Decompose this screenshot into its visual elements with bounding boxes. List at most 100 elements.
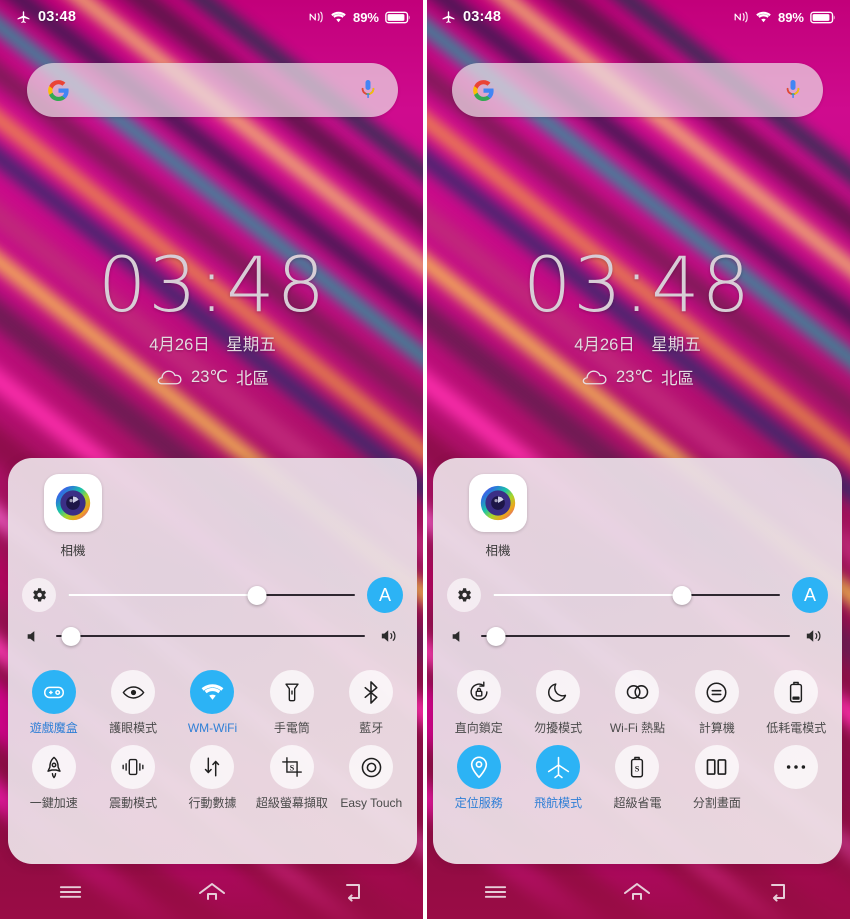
status-bar-time: 03:48 xyxy=(38,9,77,25)
dual-screenshot-stage: 03:48 89% 03:48 4月26日 星期五 23℃ 北區 相機 A 遊戲… xyxy=(0,0,850,919)
screenshot-s-icon: S xyxy=(269,745,314,789)
volume-mute-icon[interactable] xyxy=(447,629,469,644)
back-button[interactable] xyxy=(324,872,384,912)
tile-label: 超級省電 xyxy=(613,796,662,810)
tile-easy-touch[interactable]: Easy Touch xyxy=(332,745,411,810)
volume-knob[interactable] xyxy=(486,626,506,646)
tile-calculator[interactable]: 計算機 xyxy=(677,670,756,735)
auto-brightness-button[interactable]: A xyxy=(367,577,403,613)
clock-widget[interactable]: 03:48 4月26日 星期五 23℃ 北區 xyxy=(425,246,850,389)
tile-flashlight[interactable]: 手電筒 xyxy=(252,670,331,735)
recents-button[interactable] xyxy=(466,872,526,912)
volume-track[interactable] xyxy=(481,626,790,646)
clock-widget[interactable]: 03:48 4月26日 星期五 23℃ 北區 xyxy=(0,246,425,389)
volume-high-icon[interactable] xyxy=(377,628,403,644)
more-dots-icon xyxy=(774,745,819,789)
weather-location: 北區 xyxy=(235,370,269,388)
cloud-icon xyxy=(156,369,183,386)
app-shortcut-camera[interactable]: 相機 xyxy=(28,474,118,559)
tile-vibrate[interactable]: 震動模式 xyxy=(93,745,172,810)
hotspot-link-icon xyxy=(615,670,660,714)
wifi-icon xyxy=(190,670,235,714)
screen-divider xyxy=(423,0,427,919)
volume-slider-row[interactable] xyxy=(447,626,828,646)
volume-mute-icon[interactable] xyxy=(22,629,44,644)
tile-label: 一鍵加速 xyxy=(29,796,78,810)
tile-game-box[interactable]: 遊戲魔盒 xyxy=(14,670,93,735)
google-g-icon xyxy=(47,79,70,102)
settings-gear-button[interactable] xyxy=(447,578,481,612)
tile-location[interactable]: 定位服務 xyxy=(439,745,518,810)
tile-more[interactable] xyxy=(757,745,836,810)
tile-super-power-saving[interactable]: S 超級省電 xyxy=(598,745,677,810)
volume-high-icon[interactable] xyxy=(802,628,828,644)
brightness-track[interactable] xyxy=(493,585,780,605)
brightness-fill xyxy=(68,593,258,597)
tile-bluetooth[interactable]: 藍牙 xyxy=(332,670,411,735)
clock-time: 03:48 xyxy=(522,240,753,329)
back-button[interactable] xyxy=(749,872,809,912)
tile-do-not-disturb[interactable]: 勿擾模式 xyxy=(518,670,597,735)
recents-button[interactable] xyxy=(41,872,101,912)
clock-time: 03:48 xyxy=(97,240,328,329)
microphone-icon[interactable] xyxy=(783,78,803,102)
tile-rotation-lock[interactable]: 直向鎖定 xyxy=(439,670,518,735)
tile-power-saving[interactable]: 低耗電模式 xyxy=(757,670,836,735)
wifi-icon xyxy=(330,10,347,24)
camera-app-icon xyxy=(44,474,102,532)
app-shortcut-camera[interactable]: 相機 xyxy=(453,474,543,559)
app-shortcut-label: 相機 xyxy=(60,544,86,558)
microphone-icon[interactable] xyxy=(358,78,378,102)
tile-label: 遊戲魔盒 xyxy=(29,721,78,735)
battery-saver-icon xyxy=(774,670,819,714)
moon-icon xyxy=(536,670,581,714)
tile-wifi-hotspot[interactable]: Wi-Fi 熱點 xyxy=(598,670,677,735)
home-button[interactable] xyxy=(182,872,242,912)
tile-mobile-data[interactable]: 行動數據 xyxy=(173,745,252,810)
phone-screen-left: 03:48 89% 03:48 4月26日 星期五 23℃ 北區 相機 A 遊戲… xyxy=(0,0,425,919)
wifi-icon xyxy=(755,10,772,24)
airplane-icon xyxy=(16,10,31,25)
volume-knob[interactable] xyxy=(61,626,81,646)
tile-super-screenshot[interactable]: S 超級螢幕擷取 xyxy=(252,745,331,810)
eye-icon xyxy=(111,670,156,714)
weather-row[interactable]: 23℃ 北區 xyxy=(0,365,425,389)
brightness-fill xyxy=(493,593,683,597)
camera-app-icon xyxy=(469,474,527,532)
tile-label: Easy Touch xyxy=(340,796,403,810)
battery-icon xyxy=(810,11,836,24)
tile-label: 超級螢幕擷取 xyxy=(255,796,328,810)
volume-slider-row[interactable] xyxy=(22,626,403,646)
tile-label: WM-WiFi xyxy=(187,721,238,735)
home-button[interactable] xyxy=(607,872,667,912)
tile-airplane-mode[interactable]: 飛航模式 xyxy=(518,745,597,810)
tile-wifi[interactable]: WM-WiFi xyxy=(173,670,252,735)
tile-label: 藍牙 xyxy=(359,721,384,735)
google-search-bar[interactable] xyxy=(452,63,823,117)
app-shortcut-label: 相機 xyxy=(485,544,511,558)
tile-boost[interactable]: 一鍵加速 xyxy=(14,745,93,810)
brightness-knob[interactable] xyxy=(247,585,267,605)
brightness-slider-row[interactable]: A xyxy=(22,577,403,613)
brightness-track[interactable] xyxy=(68,585,355,605)
volume-track[interactable] xyxy=(56,626,365,646)
navigation-bar xyxy=(0,865,425,919)
bluetooth-icon xyxy=(349,670,394,714)
tile-eye-care[interactable]: 護眼模式 xyxy=(93,670,172,735)
weather-row[interactable]: 23℃ 北區 xyxy=(425,365,850,389)
quick-settings-panel: 相機 A xyxy=(8,458,417,864)
tile-label: 直向鎖定 xyxy=(454,721,503,735)
brightness-slider-row[interactable]: A xyxy=(447,577,828,613)
tile-split-screen[interactable]: 分割畫面 xyxy=(677,745,756,810)
brightness-knob[interactable] xyxy=(672,585,692,605)
quick-settings-tile-grid: 遊戲魔盒 護眼模式 WM-WiFi 手電筒 藍牙 一鍵加速 震動模式 行動數據 … xyxy=(14,670,411,810)
weather-temp: 23℃ xyxy=(191,368,228,386)
tile-label: 計算機 xyxy=(698,721,735,735)
rotation-lock-icon xyxy=(456,670,501,714)
split-screen-icon xyxy=(694,745,739,789)
battery-percent: 89% xyxy=(352,9,379,25)
google-search-bar[interactable] xyxy=(27,63,398,117)
settings-gear-button[interactable] xyxy=(22,578,56,612)
quick-settings-tile-grid: 直向鎖定 勿擾模式 Wi-Fi 熱點 計算機 低耗電模式 定位服務 飛航模式 S… xyxy=(439,670,836,810)
auto-brightness-button[interactable]: A xyxy=(792,577,828,613)
